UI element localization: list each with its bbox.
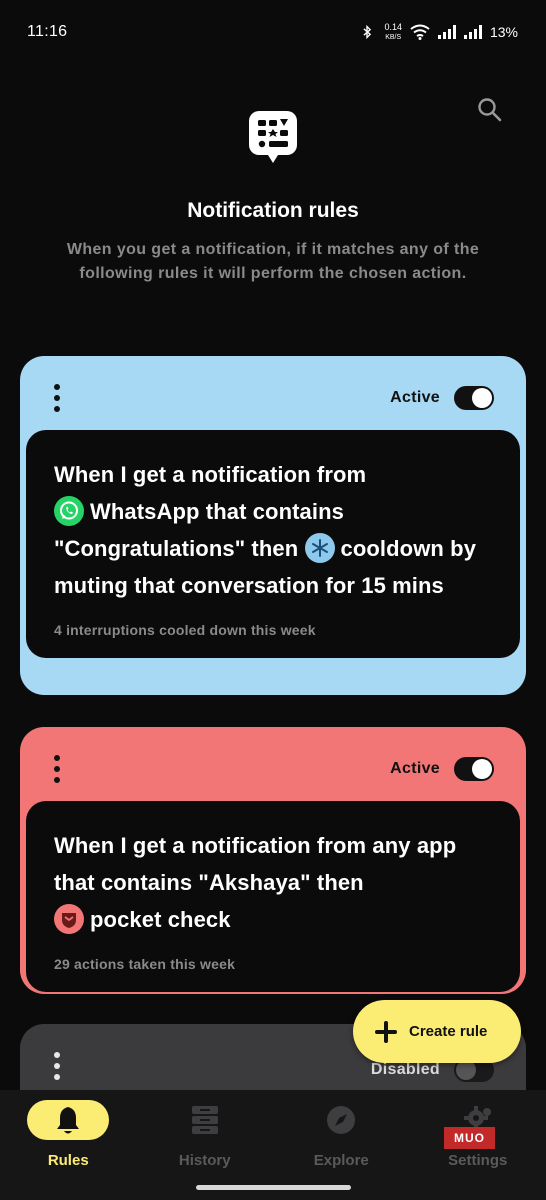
rule-active-toggle[interactable] <box>454 757 494 781</box>
history-icon <box>191 1106 218 1134</box>
rule-card-body: When I get a notification from any app t… <box>26 801 520 992</box>
nav-label: Explore <box>313 1152 369 1169</box>
status-bar: 11:16 0.14 KB/S 13% <box>0 0 546 64</box>
status-time: 11:16 <box>27 23 68 40</box>
more-options-icon[interactable] <box>52 755 62 783</box>
speed-value: 0.14 <box>384 21 402 32</box>
pocket-check-icon <box>54 904 84 934</box>
snowflake-icon <box>304 533 335 563</box>
rule-text-part: When I get a notification from <box>54 462 367 487</box>
signal-icon-2 <box>463 25 482 39</box>
speed-unit: KB/S <box>385 33 402 41</box>
app-logo-icon <box>249 111 297 163</box>
plus-icon <box>375 1020 397 1043</box>
create-rule-label: Create rule <box>409 1023 488 1040</box>
status-icons: 0.14 KB/S 13% <box>358 21 518 42</box>
rule-text-part: pocket check <box>90 907 231 932</box>
rule-stats: 4 interruptions cooled down this week <box>54 622 316 638</box>
rule-card-akshaya[interactable]: Active When I get a notification from an… <box>20 727 526 994</box>
home-indicator[interactable] <box>196 1185 351 1190</box>
nav-item-explore[interactable]: Explore <box>273 1090 410 1200</box>
page-subtitle: When you get a notification, if it match… <box>66 241 480 282</box>
rule-card-header: Active <box>24 360 522 430</box>
network-speed: 0.14 KB/S <box>384 21 402 42</box>
create-rule-button[interactable]: Create rule <box>353 1000 521 1063</box>
bell-icon <box>57 1107 80 1134</box>
rule-text-part: WhatsApp that contains "Congratulations"… <box>54 499 344 561</box>
nav-label: Rules <box>47 1152 89 1169</box>
page-title: Notification rules <box>187 199 359 222</box>
watermark-logo: MUO <box>444 1127 495 1149</box>
rule-active-toggle[interactable] <box>454 386 494 410</box>
more-options-icon[interactable] <box>52 384 62 412</box>
rule-toggle-row: Active <box>390 386 494 410</box>
rule-status-label: Active <box>390 760 440 777</box>
rule-toggle-row: Active <box>390 757 494 781</box>
bluetooth-icon <box>363 25 372 39</box>
search-icon[interactable] <box>476 96 504 124</box>
nav-icon-container <box>27 1100 110 1140</box>
signal-icon-1 <box>437 25 456 39</box>
whatsapp-icon <box>54 496 84 526</box>
wifi-icon <box>410 24 430 40</box>
rule-description: When I get a notification from any app t… <box>54 827 492 938</box>
nav-label: History <box>178 1152 231 1169</box>
nav-icon-container <box>300 1100 382 1140</box>
rule-text-part: When I get a notification from any app t… <box>54 833 457 895</box>
rule-status-label: Disabled <box>370 1061 440 1078</box>
rule-stats: 29 actions taken this week <box>54 956 236 972</box>
rule-description: When I get a notification from WhatsApp … <box>54 456 492 604</box>
rule-card-body: When I get a notification from WhatsApp … <box>26 430 520 658</box>
rule-status-label: Active <box>390 389 440 406</box>
nav-item-history[interactable]: History <box>137 1090 274 1200</box>
nav-icon-container <box>164 1100 246 1140</box>
nav-item-rules[interactable]: Rules <box>0 1090 137 1200</box>
nav-label: Settings <box>448 1152 508 1169</box>
battery-level: 13% <box>489 24 518 40</box>
rule-card-header: Active <box>24 731 522 801</box>
compass-icon <box>327 1106 356 1134</box>
rule-card-whatsapp[interactable]: Active When I get a notification from Wh… <box>20 356 526 695</box>
more-options-icon[interactable] <box>52 1052 62 1080</box>
